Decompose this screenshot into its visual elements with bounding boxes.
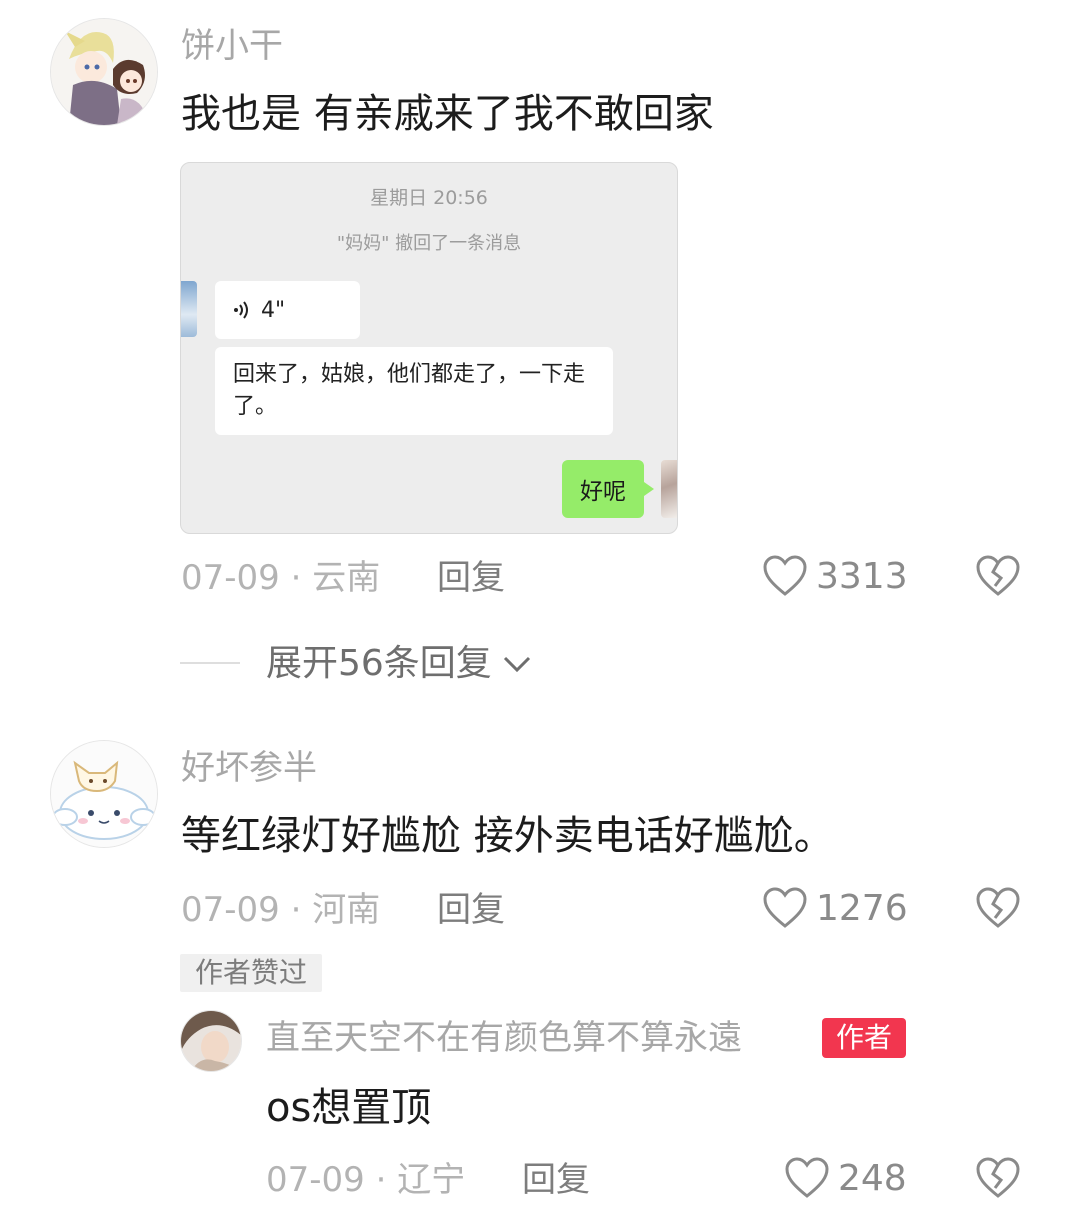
chat-recall-notice: "妈妈" 撤回了一条消息: [336, 233, 522, 254]
reply-button[interactable]: 回复: [437, 890, 505, 930]
author-liked-badge: 作者赞过: [180, 954, 322, 992]
author-tag: 作者: [822, 1018, 906, 1058]
broken-heart-icon: [976, 1157, 1020, 1198]
reply-button[interactable]: 回复: [522, 1160, 590, 1200]
chat-self-avatar: [661, 460, 677, 518]
username[interactable]: 直至天空不在有颜色算不算永遠: [266, 1018, 742, 1058]
comment-text: 等红绿灯好尴尬 接外卖电话好尴尬。: [181, 813, 834, 859]
like-count: 1276: [816, 887, 908, 929]
avatar[interactable]: [50, 18, 158, 126]
dislike-button[interactable]: [975, 554, 1021, 602]
like-button[interactable]: 1276: [762, 886, 908, 930]
chat-contact-avatar: [181, 281, 197, 337]
username[interactable]: 饼小干: [181, 26, 283, 66]
voice-wave-icon: [234, 301, 248, 319]
chat-reply-bubble: 好呢: [562, 460, 654, 518]
dislike-button[interactable]: [975, 1156, 1021, 1204]
username[interactable]: 好坏参半: [181, 748, 317, 788]
reply-date-location: 07-09 · 辽宁: [266, 1160, 466, 1200]
expand-replies-label: 展开56条回复: [266, 643, 492, 684]
avatar[interactable]: [50, 740, 158, 848]
broken-heart-icon: [976, 887, 1020, 928]
chat-voice-message: 4": [215, 281, 360, 339]
voice-duration: 4": [261, 297, 286, 323]
comment-image-chat-screenshot[interactable]: 星期日 20:56 "妈妈" 撤回了一条消息 4" 回来了，姑娘，他们都走了，一…: [180, 162, 678, 534]
comment-date-location: 07-09 · 云南: [181, 558, 381, 598]
comment-text: 我也是 有亲戚来了我不敢回家: [181, 91, 714, 137]
reply-text: os想置顶: [266, 1085, 432, 1131]
dislike-button[interactable]: [975, 886, 1021, 934]
chevron-down-icon: [503, 656, 530, 673]
reply-button[interactable]: 回复: [437, 558, 505, 598]
expand-replies-button[interactable]: 展开56条回复: [266, 642, 532, 686]
like-count: 248: [838, 1157, 907, 1199]
heart-icon: [785, 1157, 829, 1198]
chat-reply-text: 好呢: [580, 479, 626, 505]
comment-date-location: 07-09 · 河南: [181, 890, 381, 930]
like-button[interactable]: 248: [784, 1156, 907, 1200]
photo-avatar-image: [181, 1011, 241, 1071]
cinnamoroll-avatar-image: [51, 741, 157, 847]
chat-text-message: 回来了，姑娘，他们都走了，一下走了。: [215, 347, 613, 435]
like-count: 3313: [816, 555, 908, 597]
heart-icon: [763, 555, 807, 596]
anime-avatar-image: [51, 19, 157, 125]
broken-heart-icon: [976, 555, 1020, 596]
like-button[interactable]: 3313: [762, 554, 908, 598]
chat-timestamp: 星期日 20:56: [370, 187, 488, 209]
heart-icon: [763, 887, 807, 928]
divider: [180, 662, 240, 664]
avatar[interactable]: [180, 1010, 242, 1072]
